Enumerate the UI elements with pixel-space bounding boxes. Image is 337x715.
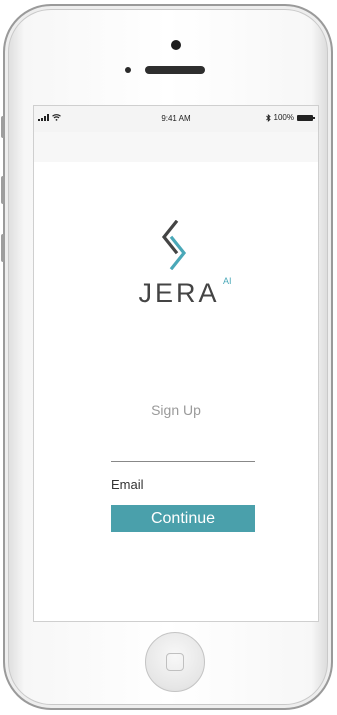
volume-up-button [1,176,5,204]
bluetooth-icon [265,113,271,122]
phone-screen: 9:41 AM 100% JERA AI Sign Up Email Conti… [33,105,319,622]
jera-logo-icon [161,220,187,270]
email-label: Email [111,477,144,492]
signup-heading: Sign Up [151,402,201,418]
continue-button[interactable]: Continue [111,505,255,532]
battery-percent: 100% [273,113,294,122]
status-right: 100% [265,113,315,122]
signup-view: JERA AI Sign Up Email Continue [34,162,318,621]
home-button[interactable] [145,632,205,692]
front-camera [171,40,181,50]
logo-wordmark: JERA AI [34,276,318,309]
battery-icon [297,114,315,121]
logo-text: JERA [138,278,220,308]
mute-switch [1,116,5,138]
nav-area [34,132,318,162]
proximity-sensor [125,67,131,73]
logo-superscript: AI [223,276,232,286]
home-square-icon [166,653,184,671]
status-bar: 9:41 AM 100% [34,106,318,132]
earpiece-speaker [145,66,205,74]
volume-down-button [1,234,5,262]
email-input[interactable] [111,461,255,462]
